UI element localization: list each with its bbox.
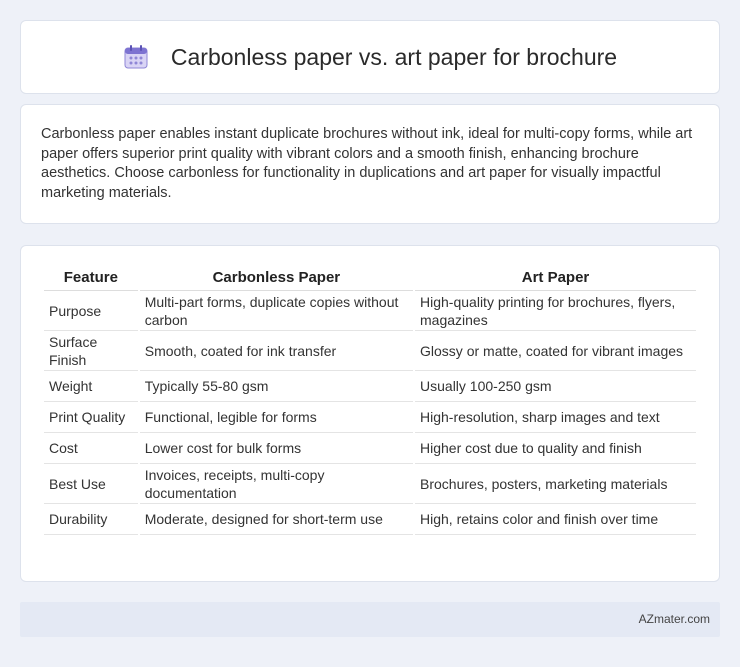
calendar-icon <box>124 45 148 69</box>
carbonless-cell: Smooth, coated for ink transfer <box>139 331 414 371</box>
footer-brand[interactable]: AZmater.com <box>639 612 710 626</box>
carbonless-cell: Multi-part forms, duplicate copies witho… <box>139 291 414 331</box>
carbonless-cell: Typically 55-80 gsm <box>139 371 414 402</box>
table-row: Cost Lower cost for bulk forms Higher co… <box>44 433 696 464</box>
column-header-feature: Feature <box>44 264 138 291</box>
art-cell: Usually 100-250 gsm <box>415 371 696 402</box>
carbonless-cell: Invoices, receipts, multi-copy documenta… <box>139 464 414 504</box>
title-card: Carbonless paper vs. art paper for broch… <box>20 20 720 94</box>
feature-cell: Weight <box>44 371 138 402</box>
art-cell: Brochures, posters, marketing materials <box>415 464 696 504</box>
feature-cell: Print Quality <box>44 402 138 433</box>
footer-bar: AZmater.com <box>20 602 720 637</box>
feature-cell: Purpose <box>44 291 138 331</box>
art-cell: High-quality printing for brochures, fly… <box>415 291 696 331</box>
comparison-table: Feature Carbonless Paper Art Paper Purpo… <box>42 264 698 535</box>
table-row: Surface Finish Smooth, coated for ink tr… <box>44 331 696 371</box>
table-header-row: Feature Carbonless Paper Art Paper <box>44 264 696 291</box>
carbonless-cell: Moderate, designed for short-term use <box>139 504 414 535</box>
feature-cell: Surface Finish <box>44 331 138 371</box>
feature-cell: Durability <box>44 504 138 535</box>
summary-card: Carbonless paper enables instant duplica… <box>20 104 720 224</box>
comparison-table-card: Feature Carbonless Paper Art Paper Purpo… <box>20 245 720 582</box>
table-row: Best Use Invoices, receipts, multi-copy … <box>44 464 696 504</box>
column-header-carbonless: Carbonless Paper <box>139 264 414 291</box>
column-header-art: Art Paper <box>415 264 696 291</box>
page-title: Carbonless paper vs. art paper for broch… <box>170 43 618 70</box>
art-cell: Glossy or matte, coated for vibrant imag… <box>415 331 696 371</box>
table-row: Print Quality Functional, legible for fo… <box>44 402 696 433</box>
table-row: Purpose Multi-part forms, duplicate copi… <box>44 291 696 331</box>
table-row: Durability Moderate, designed for short-… <box>44 504 696 535</box>
table-row: Weight Typically 55-80 gsm Usually 100-2… <box>44 371 696 402</box>
carbonless-cell: Functional, legible for forms <box>139 402 414 433</box>
feature-cell: Best Use <box>44 464 138 504</box>
carbonless-cell: Lower cost for bulk forms <box>139 433 414 464</box>
art-cell: High-resolution, sharp images and text <box>415 402 696 433</box>
feature-cell: Cost <box>44 433 138 464</box>
art-cell: High, retains color and finish over time <box>415 504 696 535</box>
art-cell: Higher cost due to quality and finish <box>415 433 696 464</box>
summary-text: Carbonless paper enables instant duplica… <box>41 126 693 201</box>
